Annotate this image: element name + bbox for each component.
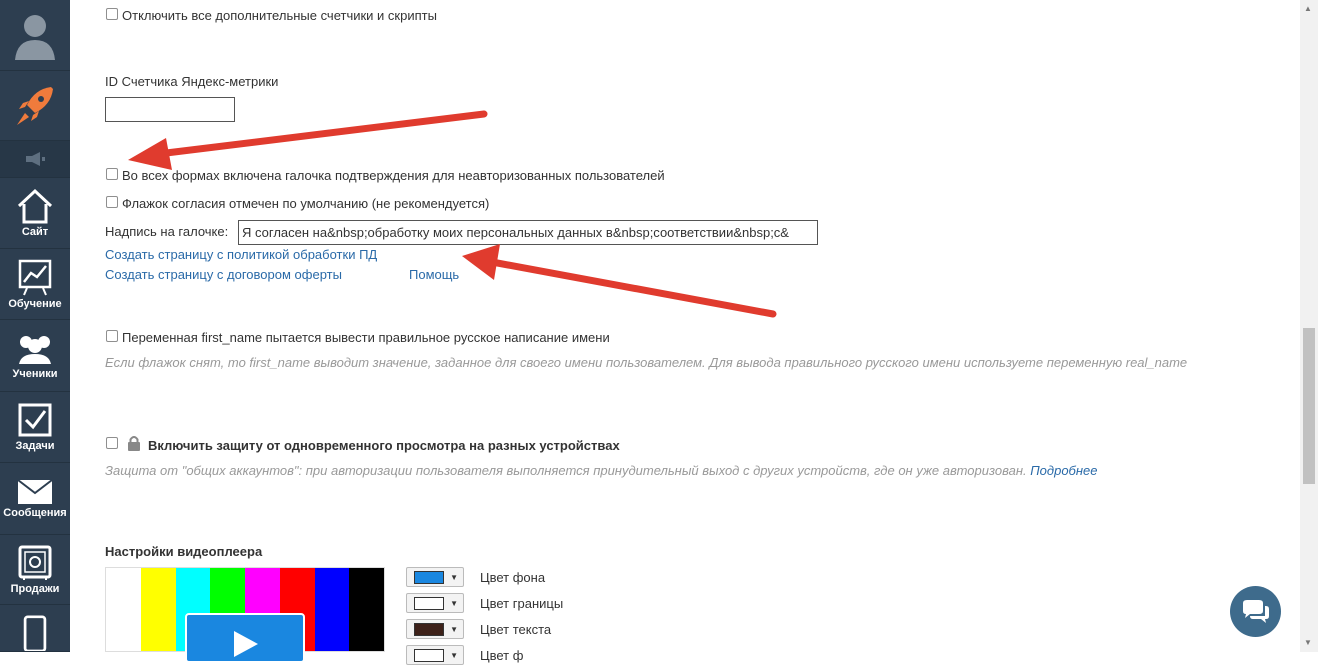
chat-bubbles-icon	[1242, 599, 1269, 623]
vertical-scrollbar[interactable]: ▲ ▼	[1300, 0, 1318, 652]
scroll-down-icon[interactable]: ▼	[1304, 638, 1312, 647]
scroll-up-icon[interactable]: ▲	[1304, 4, 1312, 13]
annotation-arrows	[128, 110, 777, 318]
chat-button[interactable]	[1230, 586, 1281, 637]
arrow-annotation-top	[128, 110, 488, 170]
chevron-down-icon: ▼	[450, 651, 458, 660]
arrow-annotation-bottom	[462, 244, 777, 318]
scrollbar-thumb[interactable]	[1303, 328, 1315, 484]
